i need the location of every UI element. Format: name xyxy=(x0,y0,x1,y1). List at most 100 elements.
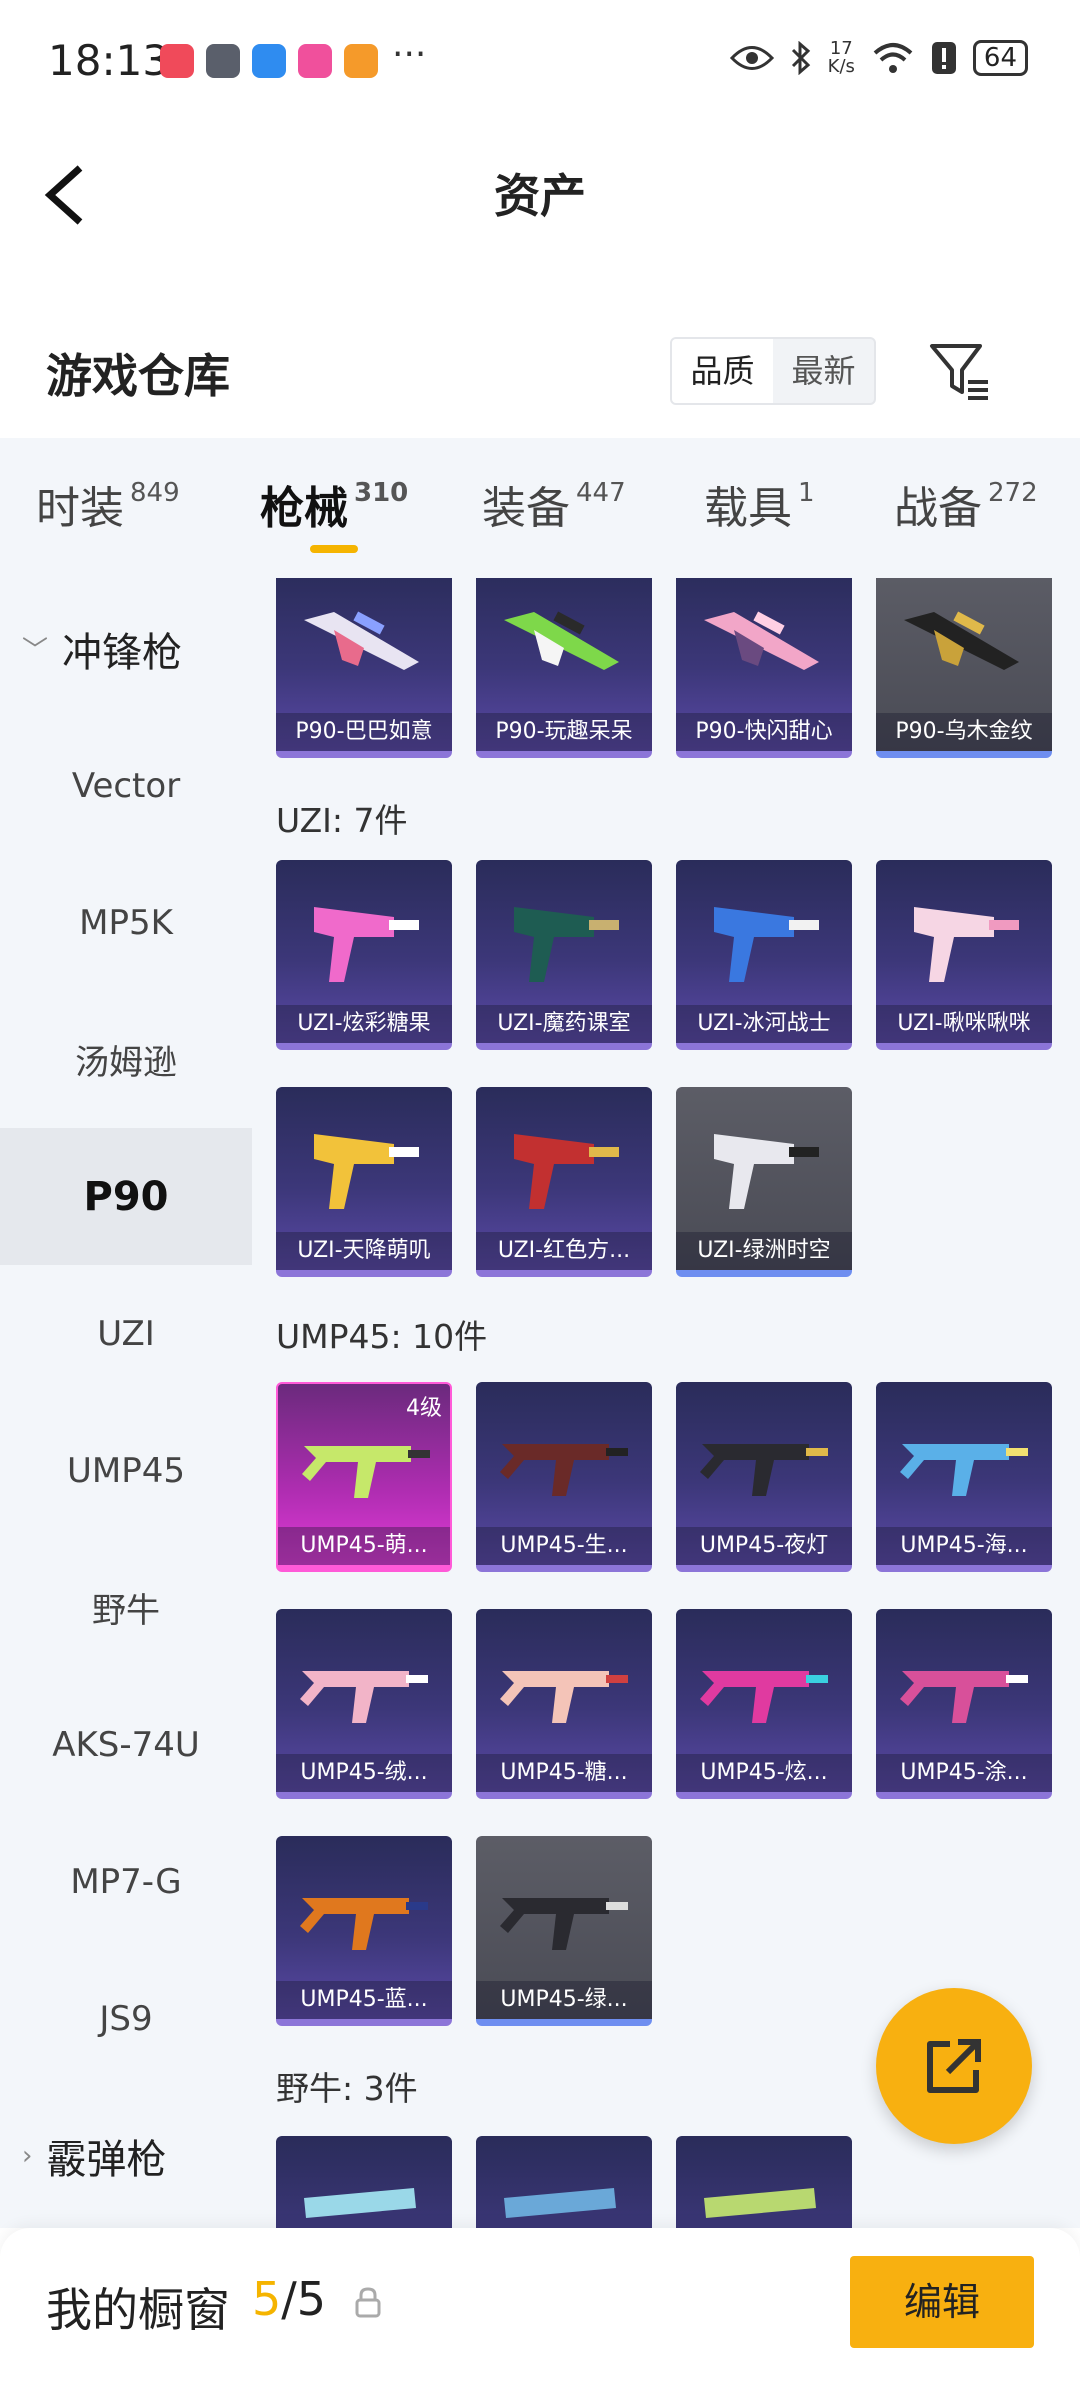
weapon-name: P90-玩趣呆呆 xyxy=(476,713,652,751)
weapon-card[interactable]: UMP45-涂... xyxy=(876,1609,1052,1799)
video-app-icon xyxy=(298,44,332,78)
tab-supplies[interactable]: 战备 272 xyxy=(894,472,1038,536)
weapon-card[interactable]: UMP45-蓝... xyxy=(276,1836,452,2026)
active-tab-indicator xyxy=(310,545,358,553)
bluetooth-icon xyxy=(791,41,810,75)
weapon-name: UMP45-绿... xyxy=(476,1981,652,2019)
tab-label: 枪械 xyxy=(260,483,348,534)
game-notification-icon xyxy=(206,44,240,78)
tab-count: 310 xyxy=(354,478,409,508)
gun-icon xyxy=(714,907,819,982)
sort-newest-button[interactable]: 最新 xyxy=(773,339,874,403)
weapon-card[interactable]: P90-快闪甜心 xyxy=(676,578,852,758)
weapon-card[interactable]: UMP45-绒... xyxy=(276,1609,452,1799)
gun-icon xyxy=(500,1898,628,1950)
sort-toggle: 品质 最新 xyxy=(670,337,876,405)
section-label-ump45: UMP45: 10件 xyxy=(276,1317,488,1356)
gun-icon xyxy=(700,1671,828,1723)
app-notification-icon xyxy=(160,44,194,78)
section-label-uzi: UZI: 7件 xyxy=(276,801,408,840)
weapon-card[interactable]: UMP45-炫... xyxy=(676,1609,852,1799)
weapon-card[interactable]: UZI-绿洲时空 xyxy=(676,1087,852,1277)
gun-icon xyxy=(302,1446,430,1498)
sidebar-item-thompson[interactable]: 汤姆逊 xyxy=(0,991,252,1128)
weapon-card[interactable] xyxy=(476,2136,652,2228)
weapon-card[interactable]: P90-乌木金纹 xyxy=(876,578,1052,758)
weapon-name: UMP45-糖... xyxy=(476,1754,652,1792)
status-bar: 18:13 ··· 17 K/s 64 xyxy=(0,0,1080,120)
sidebar-item-js9[interactable]: JS9 xyxy=(0,1950,252,2087)
warehouse-title: 游戏仓库 xyxy=(46,349,230,403)
wifi-icon xyxy=(873,43,913,73)
sidebar-group-label: 冲锋枪 xyxy=(62,629,183,676)
chevron-down-icon: ﹀ xyxy=(22,636,49,666)
sidebar-item-ump45[interactable]: UMP45 xyxy=(0,1402,252,1539)
weapon-card[interactable]: UZI-炫彩糖果 xyxy=(276,860,452,1050)
weapon-card[interactable]: UZI-啾咪啾咪 xyxy=(876,860,1052,1050)
sidebar-group-shotgun[interactable]: › 霰弹枪 xyxy=(0,2087,252,2224)
gun-icon xyxy=(300,1898,428,1950)
weapon-card[interactable] xyxy=(276,2136,452,2228)
weapon-name: UZI-天降萌叽 xyxy=(276,1232,452,1270)
sidebar-item-mp5k[interactable]: MP5K xyxy=(0,854,252,991)
weapon-name: UZI-绿洲时空 xyxy=(676,1232,852,1270)
tab-equipment[interactable]: 装备 447 xyxy=(482,472,626,536)
weapon-card[interactable]: UMP45-夜灯 xyxy=(676,1382,852,1572)
net-speed: 17 K/s xyxy=(828,40,855,76)
showcase-current: 5 xyxy=(252,2272,282,2326)
weapon-card[interactable] xyxy=(676,2136,852,2228)
sort-quality-button[interactable]: 品质 xyxy=(672,339,773,403)
showcase-title: 我的橱窗 xyxy=(46,2283,230,2337)
weapon-card[interactable]: UMP45-生... xyxy=(476,1382,652,1572)
warehouse-header: 游戏仓库 品质 最新 xyxy=(0,320,1080,430)
weapon-name: UZI-炫彩糖果 xyxy=(276,1005,452,1043)
sidebar-item-aks74u[interactable]: AKS-74U xyxy=(0,1676,252,1813)
weapon-name: UMP45-蓝... xyxy=(276,1981,452,2019)
weapon-name: UMP45-夜灯 xyxy=(676,1527,852,1565)
weapon-card[interactable]: UZI-冰河战士 xyxy=(676,860,852,1050)
tab-count: 272 xyxy=(988,478,1038,508)
showcase-count: 5/5 xyxy=(252,2272,326,2326)
filter-button[interactable] xyxy=(928,340,992,404)
weapon-name: UZI-啾咪啾咪 xyxy=(876,1005,1052,1043)
gun-icon xyxy=(514,907,619,982)
weapon-card[interactable]: UZI-魔药课室 xyxy=(476,860,652,1050)
sidebar-item-vector[interactable]: Vector xyxy=(0,717,252,854)
weapon-name: P90-巴巴如意 xyxy=(276,713,452,751)
weapon-level: 4级 xyxy=(406,1396,442,1421)
share-button[interactable] xyxy=(876,1988,1032,2144)
external-link-icon xyxy=(927,2039,981,2093)
weapon-card[interactable]: UMP45-海... xyxy=(876,1382,1052,1572)
gun-icon xyxy=(300,1671,428,1723)
weapon-name: UMP45-涂... xyxy=(876,1754,1052,1792)
sidebar-group-smg[interactable]: ﹀ 冲锋枪 xyxy=(0,580,252,717)
weapon-card[interactable]: UMP45-绿... xyxy=(476,1836,652,2026)
app-header: 资产 xyxy=(0,120,1080,260)
page-title: 资产 xyxy=(494,169,586,223)
weapon-card[interactable]: P90-玩趣呆呆 xyxy=(476,578,652,758)
sidebar-item-p90[interactable]: P90 xyxy=(0,1128,252,1265)
gun-icon xyxy=(714,1134,819,1209)
weapon-card[interactable]: UZI-红色方... xyxy=(476,1087,652,1277)
bluetooth-app-icon xyxy=(252,44,286,78)
sidebar-group-label: 霰弹枪 xyxy=(46,2136,167,2183)
gun-icon xyxy=(914,907,1019,982)
tab-label: 装备 xyxy=(482,483,570,534)
edit-button[interactable]: 编辑 xyxy=(850,2256,1034,2348)
weapon-card[interactable]: P90-巴巴如意 xyxy=(276,578,452,758)
gun-icon xyxy=(314,907,419,982)
sidebar-item-bison[interactable]: 野牛 xyxy=(0,1539,252,1676)
showcase-total: /5 xyxy=(281,2272,327,2326)
weapon-card[interactable]: UMP45-糖... xyxy=(476,1609,652,1799)
weapon-card[interactable]: 4级 UMP45-萌... xyxy=(276,1382,452,1572)
tab-count: 849 xyxy=(130,478,180,508)
tab-vehicles[interactable]: 载具 1 xyxy=(704,472,815,536)
tab-firearms[interactable]: 枪械 310 xyxy=(260,472,408,536)
weapon-card[interactable]: UZI-天降萌叽 xyxy=(276,1087,452,1277)
weapon-type-sidebar: ﹀ 冲锋枪 Vector MP5K 汤姆逊 P90 UZI UMP45 野牛 A… xyxy=(0,578,252,2228)
sidebar-item-uzi[interactable]: UZI xyxy=(0,1265,252,1402)
eye-icon xyxy=(729,46,774,70)
sidebar-item-mp7g[interactable]: MP7-G xyxy=(0,1813,252,1950)
tab-label: 载具 xyxy=(704,483,792,534)
tab-fashion[interactable]: 时装 849 xyxy=(36,472,180,536)
